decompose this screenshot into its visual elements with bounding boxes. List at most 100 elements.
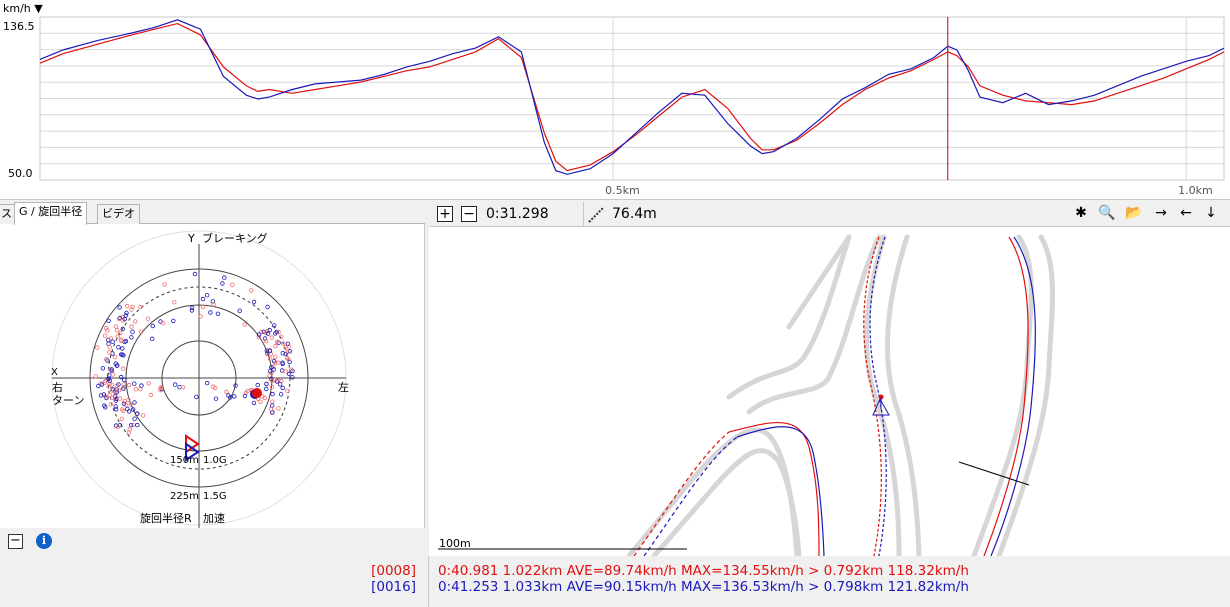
g-point: [139, 383, 144, 388]
g-point: [277, 382, 283, 387]
x-tick-label: 1.0km: [1178, 184, 1213, 197]
g-panel-footer: − i: [0, 528, 425, 556]
g-point: [116, 345, 121, 350]
g-point: [279, 368, 285, 373]
g-point: [237, 308, 242, 313]
g-point: [109, 382, 115, 387]
speed-chart[interactable]: 0.5km 1.0km 136.5 50.0: [0, 0, 1230, 200]
g-point: [140, 413, 146, 418]
g-point: [162, 282, 167, 287]
arrow-down-icon[interactable]: ↓: [1203, 206, 1219, 222]
g-point: [132, 400, 137, 405]
g-point: [110, 372, 116, 377]
g-point: [107, 344, 112, 350]
arrow-left-icon[interactable]: ←: [1178, 206, 1194, 222]
g-point: [268, 406, 274, 412]
g-point: [278, 392, 284, 397]
g-point: [276, 406, 281, 411]
g-point: [124, 303, 130, 309]
g-point: [94, 345, 100, 350]
g-point: [273, 343, 278, 349]
g-point: [129, 324, 134, 329]
g-point: [119, 416, 125, 422]
g-point: [270, 399, 275, 404]
g-point: [242, 393, 248, 399]
g-point: [129, 335, 134, 340]
x-tick-label: 0.5km: [605, 184, 640, 197]
track-map-panel[interactable]: + − 0:31.298 76.4m ✱ 🔍 📂 → ← ↓ 100m: [429, 202, 1230, 556]
g-point: [224, 389, 229, 395]
g-point: [270, 391, 275, 397]
turn-radius-label: 旋回半径R: [140, 511, 192, 525]
g-point: [150, 323, 155, 329]
g-point: [133, 386, 138, 392]
lap2-id[interactable]: [0016]: [371, 579, 416, 595]
g-point: [189, 308, 195, 313]
distance-readout: 76.4m: [612, 206, 657, 222]
lap-info-bar: [0008] [0016] 0:40.981 1.022km AVE=89.74…: [0, 556, 1230, 607]
g-1-0-label: 1.0G: [203, 455, 227, 466]
y-min-label: 50.0: [8, 167, 33, 180]
g-point: [194, 394, 199, 400]
g-point: [121, 377, 127, 383]
left-label: 左: [338, 381, 349, 394]
g-point: [172, 382, 178, 387]
g-point: [269, 335, 274, 340]
g-1-5-label: 1.5G: [203, 491, 227, 502]
g-point: [126, 382, 132, 388]
g-point: [149, 336, 155, 341]
zoom-in-button[interactable]: +: [437, 206, 453, 222]
g-point: [130, 329, 135, 334]
g-point: [132, 319, 138, 324]
g-point: [116, 387, 122, 393]
g-point: [220, 281, 225, 286]
arrow-right-icon[interactable]: →: [1153, 206, 1169, 222]
map-toolbar: + − 0:31.298 76.4m ✱ 🔍 📂 → ← ↓: [429, 202, 1230, 227]
g-point: [283, 369, 288, 374]
g-point: [200, 296, 206, 302]
g-point: [265, 304, 270, 310]
g-point: [132, 381, 137, 386]
center-icon[interactable]: ✱: [1073, 206, 1089, 222]
g-point: [106, 341, 111, 346]
g-point: [145, 316, 151, 321]
g-point: [232, 394, 237, 399]
collapse-button[interactable]: −: [8, 534, 23, 549]
g-point: [102, 333, 108, 338]
speed-unit-dropdown[interactable]: km/h ▼: [3, 2, 43, 15]
g-point: [204, 380, 210, 386]
g-point: [271, 367, 276, 372]
g-circle-grid: [51, 230, 347, 528]
folder-open-icon[interactable]: 📂: [1125, 206, 1142, 222]
g-point: [267, 373, 272, 378]
tab-video[interactable]: ビデオ: [97, 204, 140, 224]
g-point: [106, 318, 111, 323]
tab-g-turn-radius[interactable]: G / 旋回半径: [14, 202, 88, 225]
g-point: [107, 350, 112, 355]
g-point: [200, 304, 206, 310]
g-point: [264, 386, 269, 392]
zoom-out-button[interactable]: −: [461, 206, 477, 222]
g-point: [117, 305, 122, 310]
g-point: [113, 324, 119, 329]
radius-225-label: 225m: [170, 491, 199, 502]
lap1-id[interactable]: [0008]: [371, 563, 416, 579]
measure-icon[interactable]: [587, 206, 605, 224]
g-point: [251, 299, 257, 305]
info-icon[interactable]: i: [36, 533, 52, 549]
g-point: [280, 385, 285, 391]
search-icon[interactable]: 🔍: [1098, 206, 1115, 222]
g-point: [192, 271, 198, 277]
y-axis-label: Y: [187, 232, 195, 245]
speed-chart-panel[interactable]: 0.5km 1.0km 136.5 50.0 km/h ▼: [0, 0, 1230, 200]
track-map[interactable]: 100m: [429, 227, 1230, 556]
x-axis-label: X: [51, 367, 58, 378]
lap2-info: 0:41.253 1.033km AVE=90.15km/h MAX=136.5…: [438, 579, 969, 595]
track-outline: [626, 234, 1055, 556]
g-point: [230, 282, 235, 287]
g-point: [222, 275, 227, 280]
g-point: [110, 339, 115, 344]
g-point: [138, 386, 143, 392]
g-point: [255, 382, 260, 388]
g-point: [204, 292, 210, 298]
